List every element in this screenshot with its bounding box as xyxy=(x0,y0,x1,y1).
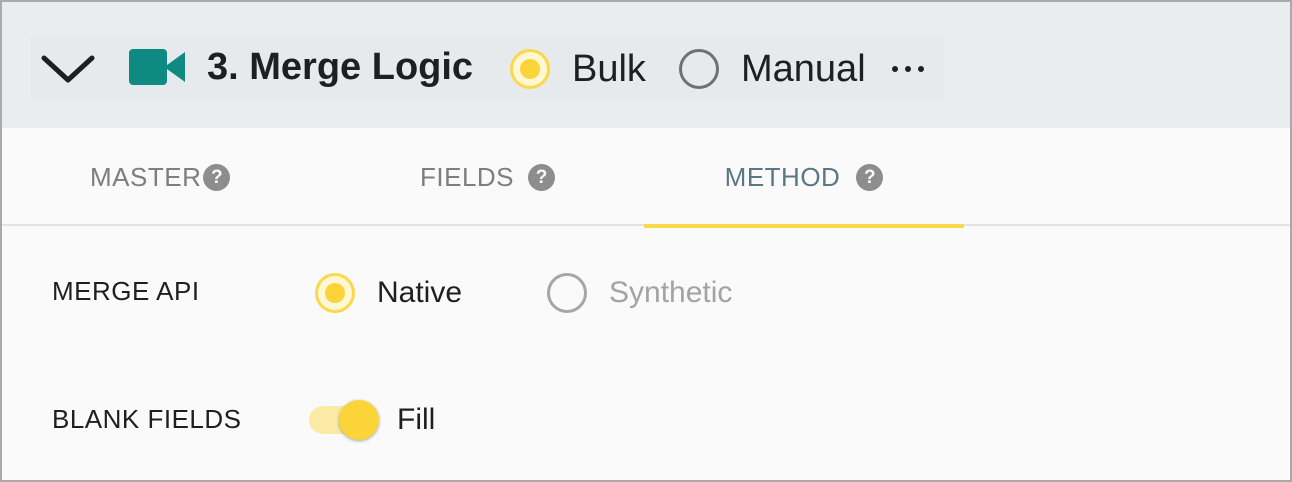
merge-api-option-native: Native xyxy=(377,276,463,309)
radio-selected-icon[interactable] xyxy=(510,49,550,89)
help-icon[interactable]: ? xyxy=(203,163,231,191)
merge-api-radio-native[interactable]: Native xyxy=(315,272,462,314)
more-dot xyxy=(918,66,924,72)
toggle-thumb[interactable] xyxy=(339,400,379,440)
active-tab-indicator xyxy=(644,224,964,228)
mode-radio-bulk[interactable]: Bulk xyxy=(510,48,646,90)
tab-label-fields: FIELDS xyxy=(420,161,515,192)
tab-fields[interactable]: FIELDS ? xyxy=(420,128,560,226)
tab-label-method: METHOD xyxy=(724,161,841,192)
chevron-down-icon[interactable] xyxy=(38,48,98,88)
blank-fields-label: BLANK FIELDS xyxy=(52,404,242,434)
merge-api-radio-synthetic[interactable]: Synthetic xyxy=(547,272,732,314)
help-icon[interactable]: ? xyxy=(528,163,556,191)
blank-fields-toggle[interactable] xyxy=(309,398,383,442)
radio-unselected-icon[interactable] xyxy=(679,49,719,89)
step-title: 3. Merge Logic xyxy=(207,46,474,88)
tab-method[interactable]: METHOD ? xyxy=(644,128,964,228)
more-horizontal-icon[interactable] xyxy=(892,56,924,82)
mode-radio-manual[interactable]: Manual xyxy=(679,48,866,90)
merge-api-option-synthetic: Synthetic xyxy=(609,276,733,309)
help-icon[interactable]: ? xyxy=(856,163,884,191)
radio-unselected-icon[interactable] xyxy=(547,273,587,313)
mode-label-manual: Manual xyxy=(741,48,866,90)
tab-label-master: MASTER xyxy=(90,161,202,192)
merge-logic-panel: 3. Merge Logic Bulk Manual MASTER ? FIEL… xyxy=(0,0,1292,482)
tab-bar: MASTER ? FIELDS ? METHOD ? xyxy=(2,128,1290,228)
more-dot xyxy=(905,66,911,72)
radio-selected-icon[interactable] xyxy=(315,273,355,313)
blank-fields-toggle-label: Fill xyxy=(397,403,436,436)
more-dot xyxy=(892,66,898,72)
video-camera-icon xyxy=(129,49,185,85)
merge-api-label: MERGE API xyxy=(52,276,200,306)
tab-master[interactable]: MASTER ? xyxy=(90,128,240,226)
mode-label-bulk: Bulk xyxy=(572,48,646,90)
step-header: 3. Merge Logic Bulk Manual xyxy=(2,2,1290,128)
